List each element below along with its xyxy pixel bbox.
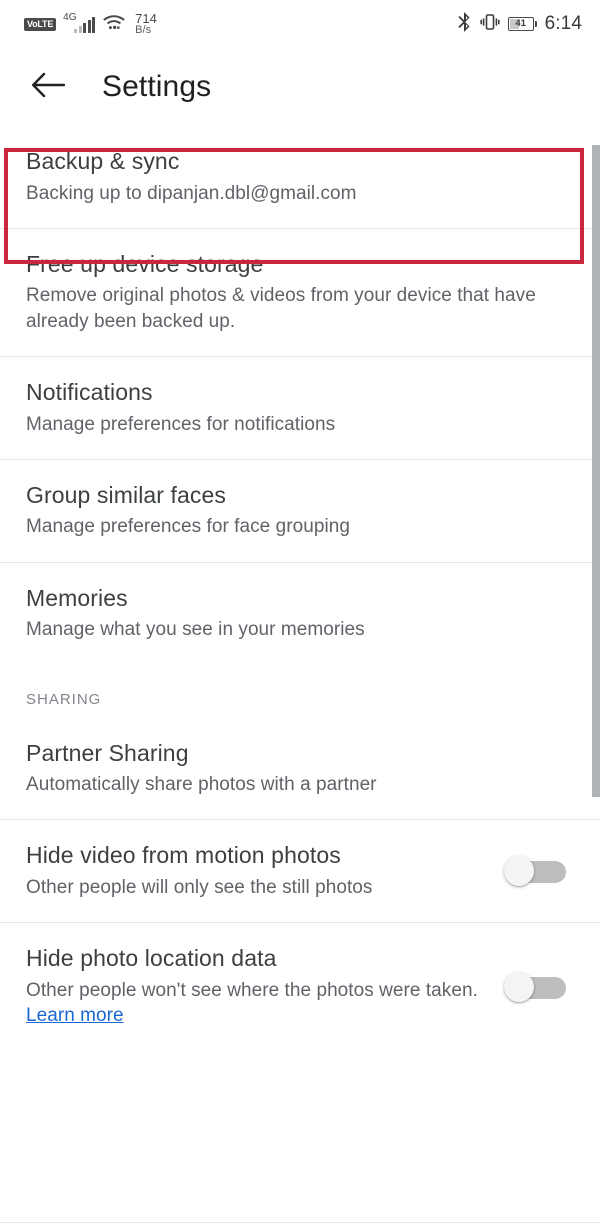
battery-icon: 41 <box>507 17 537 31</box>
settings-row-title: Hide photo location data <box>26 945 277 972</box>
settings-row-title: Group similar faces <box>26 481 227 508</box>
settings-row-title: Backup & sync <box>26 148 180 174</box>
app-bar: Settings <box>0 48 600 126</box>
status-bar-left: VoLTE 4G 714 B/s <box>24 12 157 36</box>
settings-row-title: Partner Sharing <box>26 739 189 766</box>
toggle-hide-photo-location-data[interactable] <box>504 971 566 1002</box>
settings-row-subtitle: Manage preferences for notifications <box>26 413 336 435</box>
back-arrow-icon <box>31 71 66 104</box>
settings-row-subtitle: Automatically share photos with a partne… <box>26 774 377 796</box>
bottom-divider <box>0 1222 600 1223</box>
network-type-label: 4G <box>63 12 77 23</box>
battery-percent-label: 41 <box>515 18 526 30</box>
volte-icon: VoLTE <box>24 17 57 31</box>
status-bar-right: 41 6:14 <box>457 11 582 38</box>
learn-more-link[interactable]: Learn more <box>26 1005 124 1026</box>
status-bar: VoLTE 4G 714 B/s 41 6:14 <box>0 0 600 48</box>
wifi-icon <box>102 12 126 36</box>
settings-row-subtitle: Backing up to dipanjan.dbl@gmail.com <box>26 182 357 204</box>
settings-row-title: Hide video from motion photos <box>26 842 341 869</box>
subtitle-text: Other people won't see where the photos … <box>26 979 478 1001</box>
settings-row-backup-and-sync[interactable]: Backup & sync Backing up to dipanjan.dbl… <box>0 126 600 228</box>
settings-row-group-similar-faces[interactable]: Group similar faces Manage preferences f… <box>0 459 600 562</box>
data-speed-indicator: 714 B/s <box>135 12 157 36</box>
settings-row-title: Free up device storage <box>26 250 264 277</box>
toggle-hide-video-from-motion-photos[interactable] <box>504 856 566 887</box>
settings-row-partner-sharing[interactable]: Partner Sharing Automatically share phot… <box>0 717 600 820</box>
settings-row-free-up-device-storage[interactable]: Free up device storage Remove original p… <box>0 228 600 356</box>
data-speed-unit: B/s <box>135 24 152 37</box>
section-header-sharing: SHARING <box>26 690 102 708</box>
settings-row-subtitle: Remove original photos & videos from you… <box>26 285 536 332</box>
settings-row-subtitle: Other people will only see the still pho… <box>26 877 373 899</box>
settings-list: Backup & sync Backing up to dipanjan.dbl… <box>0 126 600 1051</box>
bluetooth-icon <box>457 11 472 38</box>
status-bar-clock: 6:14 <box>544 13 582 34</box>
cellular-signal-icon: 4G <box>63 12 96 33</box>
settings-row-notifications[interactable]: Notifications Manage preferences for not… <box>0 356 600 459</box>
settings-row-subtitle: Manage preferences for face grouping <box>26 516 350 538</box>
vibrate-icon <box>480 11 500 38</box>
back-button[interactable] <box>26 65 70 109</box>
settings-row-title: Notifications <box>26 378 153 405</box>
page-title: Settings <box>102 70 212 103</box>
data-speed-value: 714 <box>135 10 157 26</box>
settings-row-title: Memories <box>26 584 128 611</box>
settings-row-hide-video-from-motion-photos[interactable]: Hide video from motion photos Other peop… <box>0 820 600 923</box>
signal-bars-icon <box>74 17 96 33</box>
settings-row-subtitle: Other people won't see where the photos … <box>26 978 486 1029</box>
settings-row-subtitle: Manage what you see in your memories <box>26 619 365 641</box>
toggle-thumb <box>504 971 534 1002</box>
settings-row-hide-photo-location-data[interactable]: Hide photo location data Other people wo… <box>0 923 600 1051</box>
settings-row-memories[interactable]: Memories Manage what you see in your mem… <box>0 562 600 665</box>
vertical-scrollbar[interactable] <box>592 145 600 797</box>
